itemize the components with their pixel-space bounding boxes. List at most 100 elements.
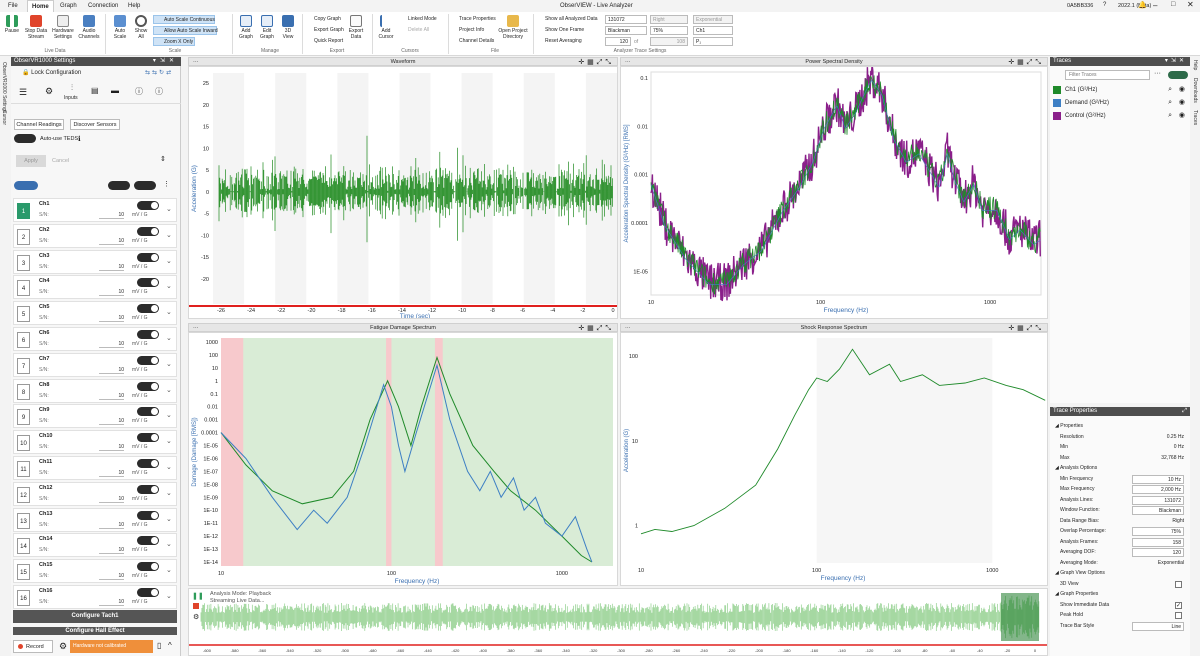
vtab-traces[interactable]: Traces [1192, 110, 1198, 125]
export-data-button[interactable]: Export Data [346, 15, 366, 40]
channel-row[interactable]: 11 Ch11 S/N: 10 mV / G ⌄ [13, 456, 177, 480]
channel-row[interactable]: 10 Ch10 S/N: 10 mV / G ⌄ [13, 430, 177, 455]
unit-select[interactable]: mV / G [132, 341, 148, 347]
sensitivity-input[interactable]: 10 [99, 547, 124, 555]
menu-icon[interactable]: ☰ [19, 87, 27, 98]
configure-tach-button[interactable]: Configure Tach1 [13, 610, 177, 623]
sensitivity-input[interactable]: 10 [99, 599, 124, 606]
hardware-settings-button[interactable]: Hardware Settings [50, 15, 76, 40]
channel-enable-toggle[interactable] [137, 278, 159, 288]
chevron-down-icon[interactable]: ⌄ [166, 334, 172, 342]
sensitivity-input[interactable]: 10 [99, 573, 124, 581]
sensitivity-input[interactable]: 10 [99, 315, 124, 323]
channel-row[interactable]: 5 Ch5 S/N: 10 mV / G ⌄ [13, 301, 177, 326]
unit-select[interactable]: mV / G [132, 264, 148, 270]
channel-enable-toggle[interactable] [137, 433, 159, 443]
channel-number[interactable]: 1 [17, 203, 30, 219]
trace-item[interactable]: Control (G²/Hz) ⌕ ◉ [1052, 110, 1188, 122]
channel-number[interactable]: 5 [17, 306, 30, 323]
trace-item[interactable]: Demand (G²/Hz) ⌕ ◉ [1052, 97, 1188, 109]
chevron-down-icon[interactable]: ⌄ [166, 437, 172, 445]
inputs-tab-label[interactable]: Inputs [64, 95, 78, 101]
channel-number[interactable]: 9 [17, 409, 30, 426]
data-range-bias-select[interactable]: Right [650, 15, 688, 24]
magnifier-icon[interactable]: ⌕ [1168, 84, 1172, 96]
folder-icon[interactable]: ▬ [111, 86, 119, 95]
info-icon[interactable]: ⓘ [135, 86, 143, 97]
prop-value[interactable]: 158 [1132, 537, 1184, 547]
window-function-select[interactable]: Blackman [605, 26, 647, 35]
channel-row[interactable]: 9 Ch9 S/N: 10 mV / G ⌄ [13, 404, 177, 429]
channel-number[interactable]: 13 [17, 512, 30, 529]
channel-mode-toggle[interactable] [14, 181, 38, 190]
chevron-down-icon[interactable]: ⌄ [166, 282, 172, 290]
prop-value[interactable]: Blackman [1132, 506, 1184, 515]
channel-number[interactable]: 16 [17, 590, 30, 606]
sensitivity-input[interactable]: 10 [99, 444, 124, 452]
all-channels-toggle-1[interactable] [108, 181, 130, 190]
chevron-down-icon[interactable]: ⌄ [166, 463, 172, 471]
auto-teds-toggle[interactable] [14, 134, 36, 143]
all-channels-toggle-2[interactable] [134, 181, 156, 190]
chevron-down-icon[interactable]: ⌄ [166, 257, 172, 265]
auto-scale-button[interactable]: Auto Scale [110, 15, 130, 40]
sync-icons[interactable]: ⇆⇆↻⇄ [145, 69, 173, 76]
configure-hall-button[interactable]: Configure Hall Effect [13, 627, 177, 635]
channel-select[interactable]: Ch1 [693, 26, 733, 35]
channel-enable-toggle[interactable] [137, 562, 159, 572]
averaging-input[interactable]: 120 [605, 37, 631, 46]
channel-enable-toggle[interactable] [137, 407, 159, 417]
waveform-graph[interactable]: 25 20 15 10 5 0 -5 -10 -15 -20 -26 -24 -22 -20 -18 -16-… [188, 66, 618, 319]
discover-sensors-button[interactable]: Discover Sensors [70, 119, 120, 130]
channel-number[interactable]: 2 [17, 228, 30, 245]
checkbox[interactable] [1175, 580, 1182, 588]
unit-select[interactable]: mV / G [132, 496, 148, 502]
sensitivity-input[interactable]: 10 [99, 522, 124, 529]
reset-averaging-button[interactable]: Reset Averaging [537, 37, 582, 46]
channel-number[interactable]: 11 [17, 461, 30, 477]
chevron-down-icon[interactable]: ⌄ [166, 386, 172, 394]
chevron-down-icon[interactable]: ⌄ [166, 515, 172, 523]
unit-select[interactable]: mV / G [132, 238, 148, 244]
section-analysis-options[interactable]: ◢ Analysis Options [1052, 463, 1186, 474]
zoom-x-only-toggle[interactable]: Zoom X Only [153, 37, 195, 46]
trace-color-swatch[interactable] [1053, 99, 1061, 107]
record-button[interactable]: Record [13, 640, 53, 653]
channel-number[interactable]: 8 [17, 383, 30, 400]
prop-value[interactable]: Line [1132, 621, 1184, 631]
menu-help[interactable]: Help [124, 0, 144, 12]
unit-select[interactable]: P₁ [693, 37, 733, 46]
quick-report-button[interactable]: Quick Report [306, 37, 343, 46]
auto-scale-continuous-toggle[interactable]: Auto Scale Continuous [153, 15, 215, 24]
channel-number[interactable]: 12 [17, 486, 30, 503]
add-cursor-button[interactable]: Add Cursor [376, 15, 396, 40]
stop-icon[interactable] [193, 603, 199, 609]
allow-auto-scale-inward-toggle[interactable]: Allow Auto Scale Inward [153, 26, 218, 35]
chevron-down-icon[interactable]: ⌄ [166, 308, 172, 316]
channel-row[interactable]: 1 Ch1 S/N: 10 mV / G ⌄ [13, 198, 177, 222]
3d-view-button[interactable]: 3D View [279, 15, 297, 40]
unit-select[interactable]: mV / G [132, 315, 148, 321]
bell-icon[interactable]: 🔔 [1138, 1, 1147, 9]
chevron-up-icon[interactable]: ^ [168, 641, 172, 650]
add-graph-button[interactable]: Add Graph [236, 15, 256, 40]
maximize-icon[interactable]: □ [1171, 1, 1175, 8]
traces-toggle[interactable] [1168, 71, 1188, 79]
sensitivity-input[interactable]: 10 [99, 470, 124, 477]
checkbox[interactable]: ✓ [1175, 601, 1182, 609]
sensitivity-input[interactable]: 10 [99, 264, 124, 271]
unit-select[interactable]: mV / G [132, 418, 148, 424]
analysis-lines-select[interactable]: 131072 [605, 15, 647, 24]
channel-enable-toggle[interactable] [137, 252, 159, 262]
sensitivity-input[interactable]: 10 [99, 418, 124, 426]
sensitivity-input[interactable]: 10 [99, 289, 124, 297]
channel-enable-toggle[interactable] [137, 330, 159, 339]
channel-enable-toggle[interactable] [137, 588, 159, 597]
menu-graph[interactable]: Graph [56, 0, 81, 12]
sensitivity-input[interactable]: 10 [99, 238, 124, 245]
channel-row[interactable]: 8 Ch8 S/N: 10 mV / G ⌄ [13, 378, 177, 403]
show-all-button[interactable]: Show All [132, 15, 150, 40]
channel-row[interactable]: 14 Ch14 S/N: 10 mV / G ⌄ [13, 533, 177, 558]
play-pause-icon[interactable]: ❚❚ [192, 592, 204, 600]
channel-number[interactable]: 15 [17, 564, 30, 581]
